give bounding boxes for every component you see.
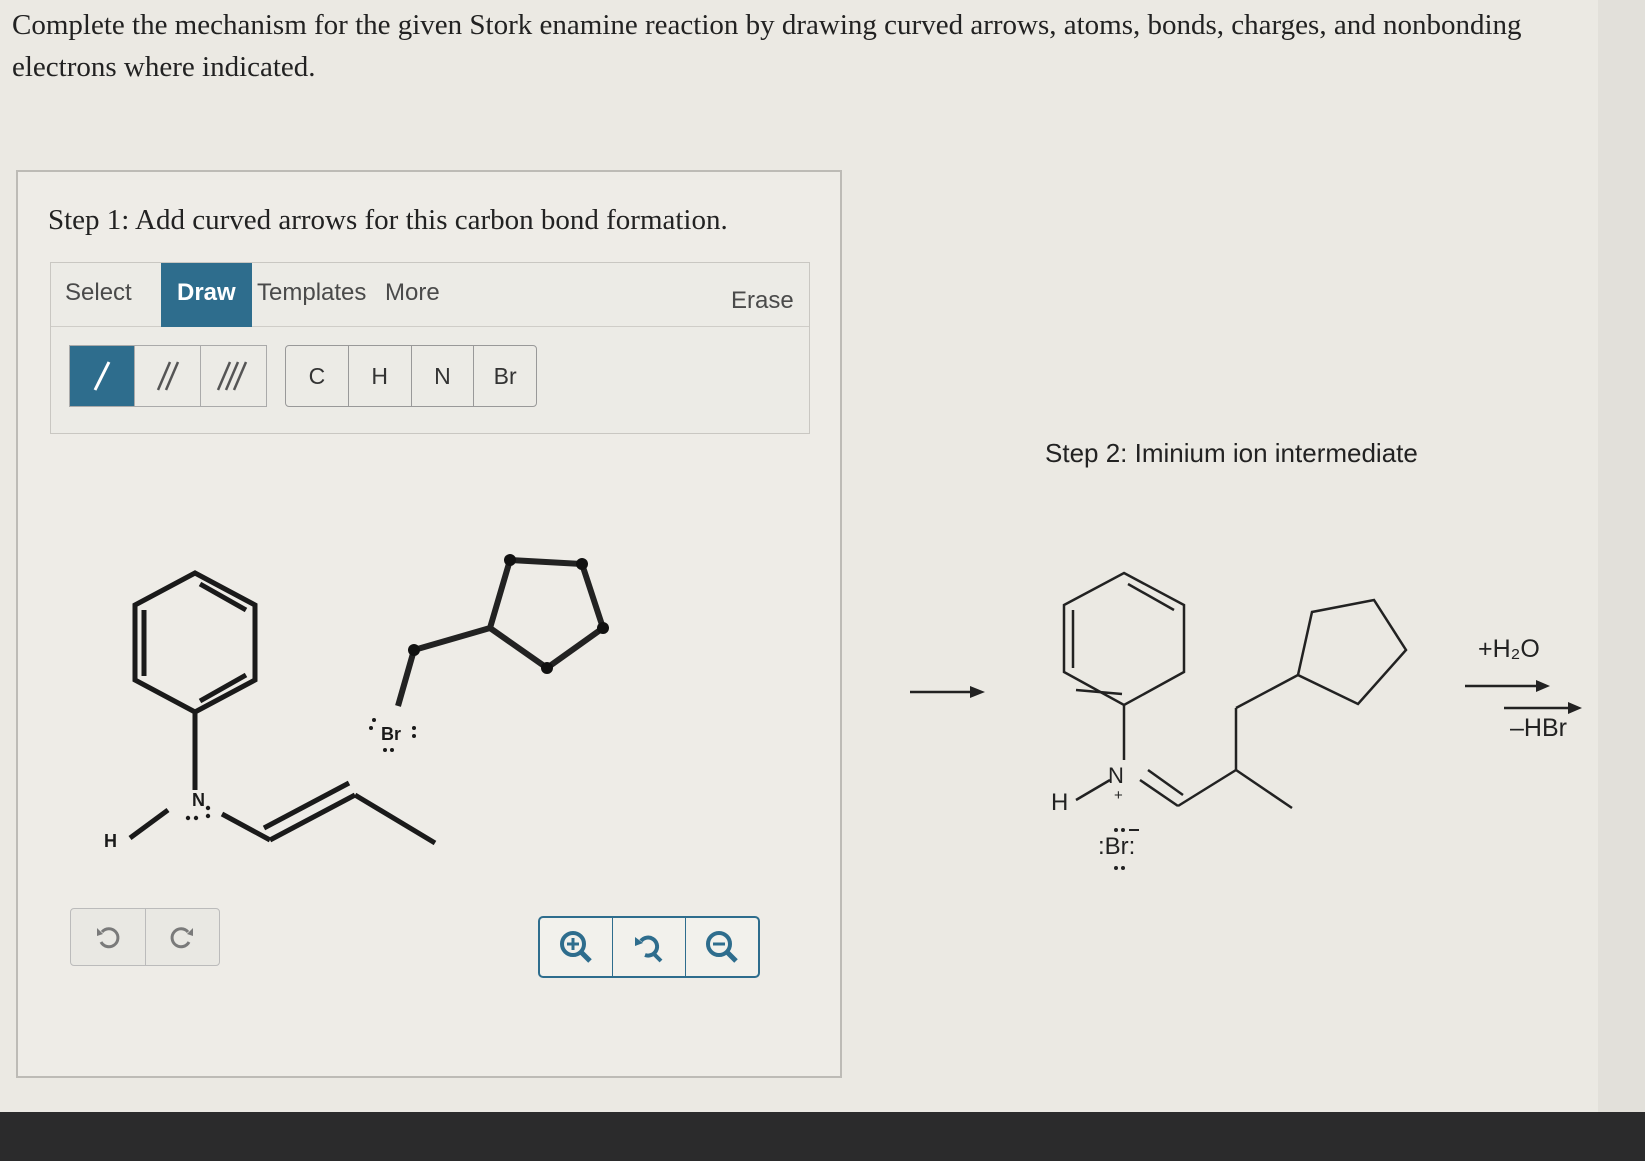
undo-button[interactable]	[71, 909, 146, 965]
history-controls	[70, 908, 220, 966]
drawing-toolbar: Select Draw Templates More Erase C H N B…	[50, 262, 810, 434]
zoom-in-button[interactable]	[540, 918, 613, 976]
reagent-water: +H₂O	[1478, 635, 1540, 663]
redo-icon	[170, 927, 194, 949]
double-bond-icon	[156, 361, 179, 391]
question-text: Complete the mechanism for the given Sto…	[12, 9, 1522, 83]
step1-panel: Step 1: Add curved arrows for this carbo…	[16, 170, 842, 1078]
atom-buttons: C H N Br	[285, 345, 537, 407]
tab-select[interactable]: Select	[65, 263, 132, 327]
atom-br-button[interactable]: Br	[474, 346, 536, 406]
triple-bond-icon	[217, 361, 248, 391]
toolbar-tabs: Select Draw Templates More Erase	[51, 263, 809, 327]
bottom-bar	[0, 1112, 1645, 1161]
tab-templates[interactable]: Templates	[257, 263, 366, 327]
zoom-reset-icon	[635, 935, 663, 963]
step1-title: Step 1: Add curved arrows for this carbo…	[48, 204, 728, 236]
iminium-h-label: H	[1051, 789, 1068, 816]
step2-title: Step 2: Iminium ion intermediate	[1045, 438, 1418, 468]
bond-buttons	[69, 345, 267, 407]
atom-c-button[interactable]: C	[286, 346, 349, 406]
single-bond-icon	[93, 361, 111, 391]
zoom-in-icon	[560, 931, 592, 963]
iminium-n-label: N	[1108, 763, 1124, 788]
tab-more[interactable]: More	[385, 263, 440, 327]
right-edge	[1598, 0, 1645, 1112]
iminium-plus: +	[1114, 787, 1123, 804]
reagent-hbr: –HBr	[1510, 714, 1567, 742]
zoom-out-icon	[706, 931, 738, 963]
zoom-out-button[interactable]	[686, 918, 758, 976]
double-bond-button[interactable]	[135, 346, 201, 406]
atom-n-button[interactable]: N	[412, 346, 475, 406]
zoom-reset-button[interactable]	[613, 918, 686, 976]
zoom-controls	[538, 916, 760, 978]
triple-bond-button[interactable]	[201, 346, 266, 406]
single-bond-button[interactable]	[70, 346, 136, 406]
undo-icon	[96, 927, 120, 949]
tab-draw[interactable]: Draw	[161, 263, 252, 327]
bromide-ion-label: :Br:	[1098, 833, 1135, 860]
atom-h-button[interactable]: H	[349, 346, 412, 406]
erase-button[interactable]: Erase	[731, 271, 794, 335]
iminium-molecule	[1062, 571, 1408, 810]
redo-button[interactable]	[146, 909, 220, 965]
